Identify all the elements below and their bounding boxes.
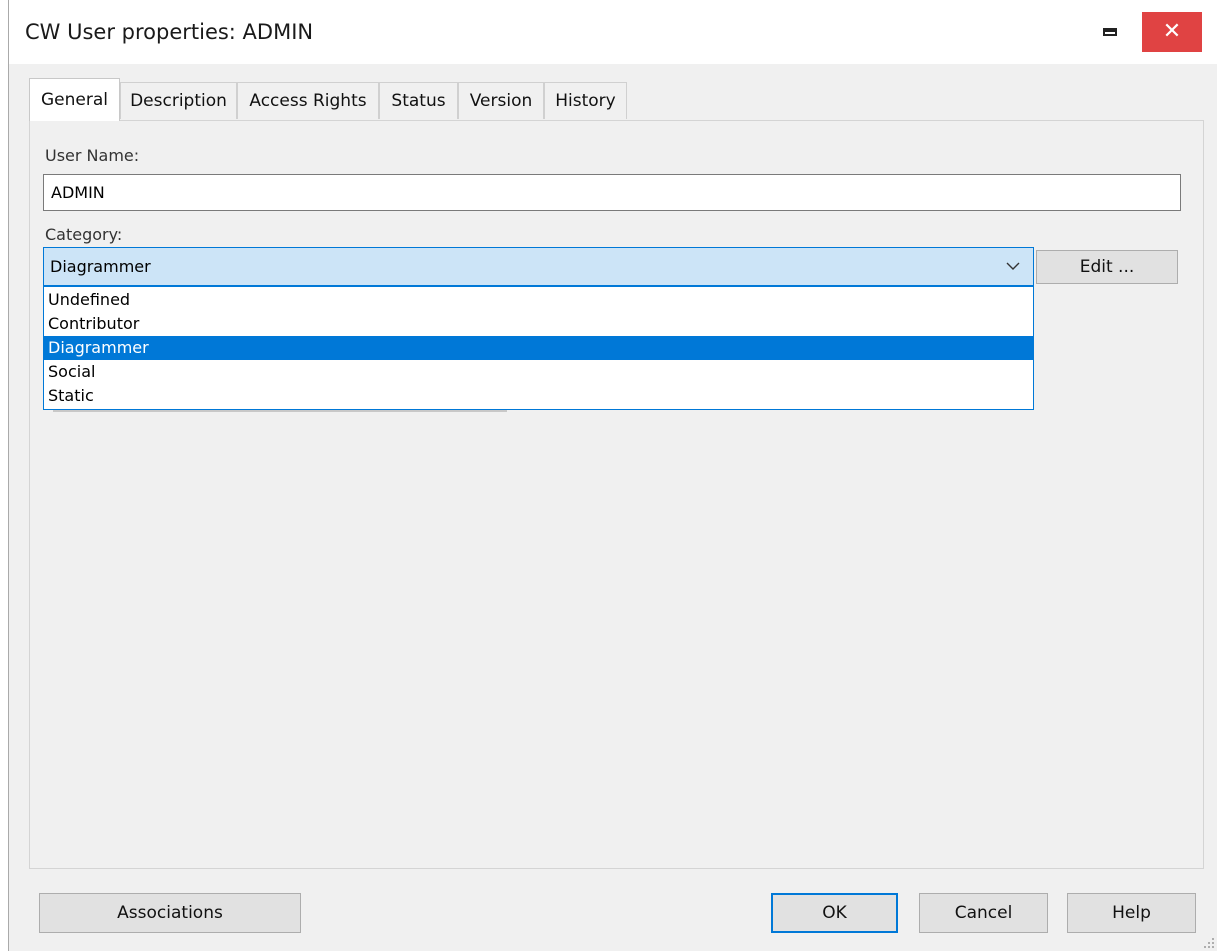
ok-label: OK [822, 903, 847, 923]
window-title: CW User properties: ADMIN [25, 20, 314, 44]
general-tab-panel [29, 120, 1204, 869]
maximize-icon [1103, 28, 1117, 36]
option-label: Undefined [48, 290, 131, 309]
chevron-down-icon[interactable] [1005, 258, 1021, 274]
associations-button[interactable]: Associations [39, 893, 301, 933]
help-button[interactable]: Help [1067, 893, 1196, 933]
cancel-button[interactable]: Cancel [919, 893, 1048, 933]
tab-label: Status [391, 91, 446, 111]
tab-label: Access Rights [249, 91, 367, 111]
tab-label: Version [469, 91, 533, 111]
tab-label: General [41, 90, 108, 110]
ok-button[interactable]: OK [771, 893, 898, 933]
cancel-label: Cancel [954, 903, 1013, 923]
edit-button-label: Edit ... [1079, 257, 1135, 277]
option-label: Contributor [48, 314, 140, 333]
category-option-undefined[interactable]: Undefined [44, 288, 1033, 312]
close-button[interactable]: ✕ [1142, 12, 1202, 52]
tab-version[interactable]: Version [458, 82, 544, 119]
category-option-contributor[interactable]: Contributor [44, 312, 1033, 336]
tab-label: Description [130, 91, 227, 111]
category-selected-value: Diagrammer [50, 257, 151, 276]
tab-access-rights[interactable]: Access Rights [237, 82, 379, 119]
category-select[interactable]: Diagrammer [43, 247, 1034, 286]
tab-status[interactable]: Status [379, 82, 458, 119]
associations-label: Associations [117, 903, 223, 923]
edit-category-button[interactable]: Edit ... [1036, 250, 1178, 284]
option-label: Static [48, 386, 94, 405]
help-label: Help [1112, 903, 1151, 923]
category-option-static[interactable]: Static [44, 384, 1033, 408]
tab-label: History [555, 91, 616, 111]
user-name-label: User Name: [45, 146, 140, 165]
option-label: Social [48, 362, 96, 381]
category-label: Category: [45, 225, 123, 244]
close-icon: ✕ [1162, 19, 1182, 44]
category-option-social[interactable]: Social [44, 360, 1033, 384]
option-label: Diagrammer [48, 338, 149, 357]
category-dropdown-list: Undefined Contributor Diagrammer Social … [43, 286, 1034, 410]
category-option-diagrammer[interactable]: Diagrammer [44, 336, 1033, 360]
tab-general[interactable]: General [29, 78, 120, 121]
resize-grip-icon[interactable] [1203, 937, 1215, 949]
title-bar[interactable]: CW User properties: ADMIN ✕ [9, 0, 1217, 64]
user-name-field[interactable]: ADMIN [43, 174, 1181, 211]
properties-dialog: CW User properties: ADMIN ✕ General Desc… [8, 0, 1217, 951]
tab-history[interactable]: History [544, 82, 627, 119]
tab-description[interactable]: Description [120, 82, 237, 119]
maximize-button[interactable] [1087, 12, 1133, 52]
